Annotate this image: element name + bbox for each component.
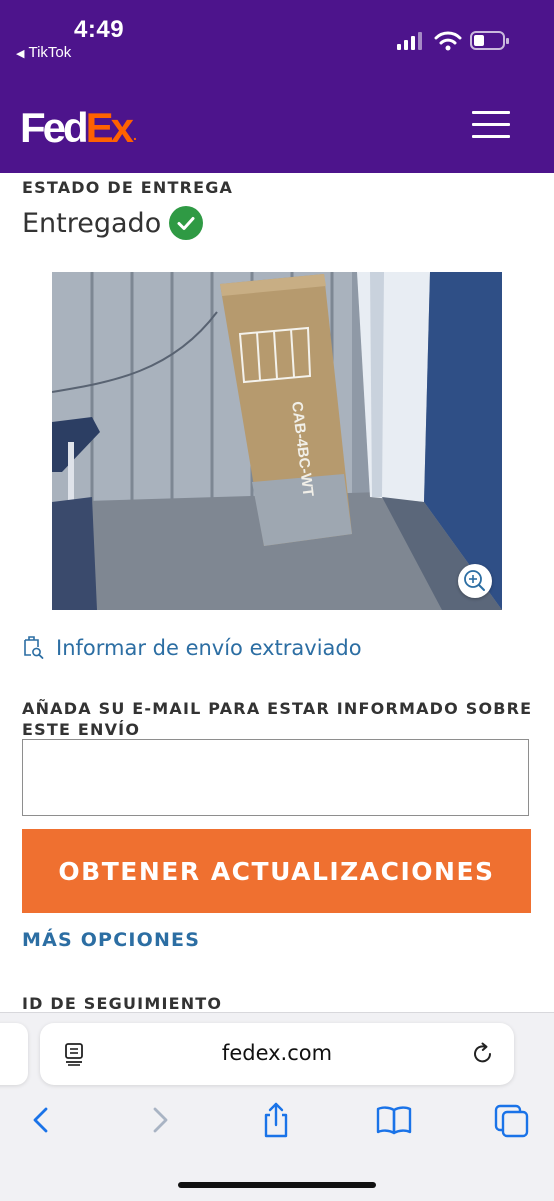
forward-icon[interactable] [140, 1100, 180, 1140]
address-bar[interactable]: fedex.com [40, 1023, 514, 1085]
tabs-icon[interactable] [492, 1100, 532, 1140]
home-indicator [178, 1182, 376, 1188]
status-time: 4:49 [74, 16, 125, 43]
check-circle-icon [169, 206, 204, 240]
report-lost-shipment-link[interactable]: Informar de envío extraviado [22, 636, 362, 660]
url-text: fedex.com [221, 1041, 333, 1065]
get-updates-button[interactable]: OBTENER ACTUALIZACIONES [22, 829, 531, 913]
email-signup-label-line2: ESTE ENVÍO [22, 720, 141, 739]
logo-ex: Ex [85, 104, 134, 151]
zoom-in-icon[interactable] [458, 564, 492, 598]
share-icon[interactable] [256, 1100, 296, 1140]
email-input[interactable] [22, 739, 529, 816]
report-lost-shipment-label: Informar de envío extraviado [56, 636, 362, 660]
fedex-logo[interactable]: FedEx. [20, 104, 137, 152]
package-search-icon [24, 636, 44, 659]
tracking-id-label: ID DE SEGUIMIENTO [22, 994, 223, 1013]
delivery-status-text: Entregado [22, 207, 162, 239]
logo-fed: Fed [20, 104, 89, 151]
logo-dot: . [133, 127, 137, 143]
back-triangle-icon: ◀ [16, 48, 25, 60]
delivery-status: Entregado [22, 206, 204, 240]
back-app-label: TikTok [28, 44, 72, 61]
wifi-icon [434, 31, 462, 51]
more-options-link[interactable]: MÁS OPCIONES [22, 929, 200, 951]
reload-icon[interactable] [470, 1041, 496, 1067]
header-bar: 4:49 ◀ TikTok FedEx. [0, 0, 554, 173]
email-signup-label-line1: AÑADA SU E-MAIL PARA ESTAR INFORMADO SOB… [22, 699, 533, 718]
back-icon[interactable] [22, 1100, 62, 1140]
email-signup-label: AÑADA SU E-MAIL PARA ESTAR INFORMADO SOB… [22, 698, 532, 740]
delivery-status-label: ESTADO DE ENTREGA [22, 178, 234, 197]
previous-tab-peek[interactable] [0, 1023, 28, 1085]
delivery-photo[interactable]: CAB-4BC-WT [52, 272, 502, 610]
delivery-photo-image: CAB-4BC-WT [52, 272, 502, 610]
hamburger-icon[interactable] [472, 108, 512, 142]
back-to-app-link[interactable]: ◀ TikTok [16, 44, 71, 61]
status-icons [396, 30, 512, 54]
battery-icon [470, 31, 509, 50]
bookmarks-icon[interactable] [374, 1100, 414, 1140]
signal-icon [397, 32, 422, 50]
